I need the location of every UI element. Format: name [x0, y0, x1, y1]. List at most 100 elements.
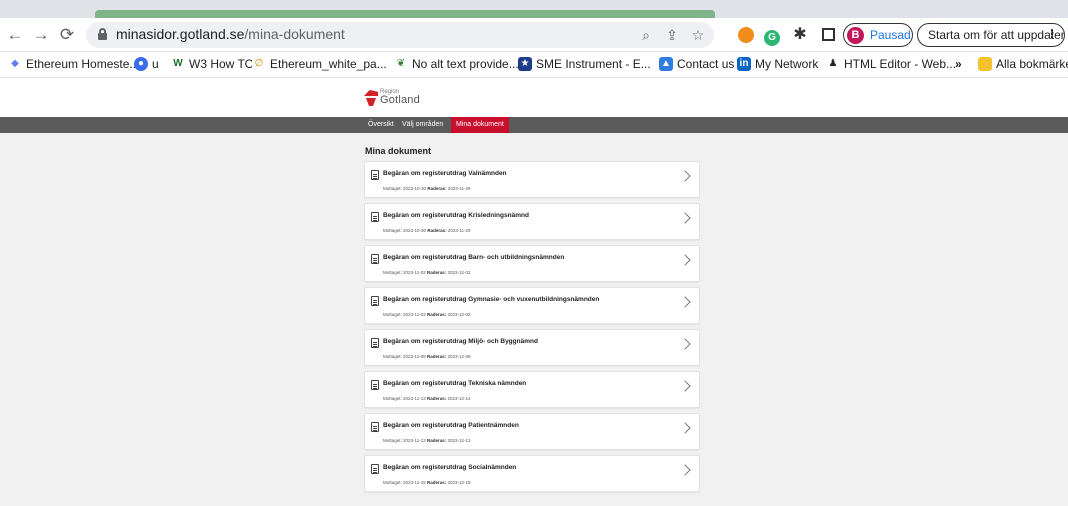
extensions-puzzle-icon[interactable]: ✱: [790, 25, 810, 45]
nav-mina-dokument[interactable]: Mina dokument: [451, 117, 509, 133]
delete-date: 2023-12-02: [447, 312, 471, 317]
chevron-right-icon[interactable]: [681, 213, 691, 223]
bookmark-item[interactable]: ★ SME Instrument - E...: [518, 57, 651, 71]
bookmark-item[interactable]: ♟ HTML Editor - Web...: [826, 57, 956, 71]
document-title: Begäran om registerutdrag Miljö- och Byg…: [383, 338, 538, 345]
reload-icon[interactable]: ⟳: [56, 24, 78, 46]
delete-label: Raderas:: [426, 312, 447, 317]
bookmark-label: u: [152, 57, 159, 71]
bookmark-item[interactable]: W W3 How TO: [171, 57, 254, 71]
share-icon[interactable]: ⇪: [662, 25, 682, 45]
more-bookmarks-button[interactable]: »: [955, 57, 962, 71]
all-bookmarks-folder[interactable]: Alla bokmärken: [978, 57, 1068, 71]
delete-label: Raderas:: [426, 396, 447, 401]
avatar: B: [847, 27, 864, 44]
side-panel-icon[interactable]: [818, 25, 838, 45]
leaf-icon: ❦: [394, 57, 408, 71]
received-label: Mottaget:: [383, 228, 402, 233]
update-button[interactable]: Starta om för att uppdatera ⋮: [917, 23, 1065, 47]
chevron-right-icon[interactable]: [681, 423, 691, 433]
bookmark-item[interactable]: ● u: [134, 57, 159, 71]
received-label: Mottaget:: [383, 270, 402, 275]
folder-icon: [978, 57, 992, 71]
bookmark-star-icon[interactable]: ☆: [688, 25, 708, 45]
site-header: Region Gotland: [0, 78, 1068, 117]
logo-mark-icon: [364, 90, 378, 106]
received-label: Mottaget:: [383, 480, 402, 485]
document-card[interactable]: Begäran om registerutdrag Valnämnden Mott…: [364, 161, 700, 198]
document-title: Begäran om registerutdrag Barn- och utbi…: [383, 254, 565, 261]
delete-date: 2023-11-29: [447, 186, 471, 191]
received-date: 2023-11-02: [403, 270, 426, 275]
document-icon: [371, 254, 379, 264]
bookmark-item[interactable]: ❦ No alt text provide...: [394, 57, 519, 71]
document-icon: [371, 380, 379, 390]
chevron-right-icon[interactable]: [681, 255, 691, 265]
document-dates: Mottaget: 2023-10-30 Raderas: 2023-11-29: [383, 186, 471, 191]
extension-grammarly-icon[interactable]: G: [762, 25, 782, 46]
chevron-right-icon[interactable]: [681, 297, 691, 307]
document-dates: Mottaget: 2023-11-13 Raderas: 2023-12-13: [383, 396, 471, 401]
document-card[interactable]: Begäran om registerutdrag Miljö- och Byg…: [364, 329, 700, 366]
document-icon: [371, 296, 379, 306]
w3-icon: W: [171, 57, 185, 71]
document-card[interactable]: Begäran om registerutdrag Tekniska nämnd…: [364, 371, 700, 408]
document-card[interactable]: Begäran om registerutdrag Krisledningsnä…: [364, 203, 700, 240]
contact-icon: ▲: [659, 57, 673, 71]
menu-kebab-icon[interactable]: ⋮: [1046, 27, 1058, 41]
received-date: 2023-10-30: [403, 228, 427, 233]
delete-label: Raderas:: [426, 270, 447, 275]
nav-valj-omraden[interactable]: Välj områden: [397, 117, 448, 133]
document-dates: Mottaget: 2023-11-13 Raderas: 2023-12-13: [383, 438, 471, 443]
received-date: 2023-11-08: [403, 354, 426, 359]
profile-button[interactable]: B Pausad: [843, 23, 913, 47]
received-label: Mottaget:: [383, 186, 402, 191]
received-label: Mottaget:: [383, 396, 402, 401]
document-card[interactable]: Begäran om registerutdrag Barn- och utbi…: [364, 245, 700, 282]
site-nav: Översikt Välj områden Mina dokument: [0, 117, 1068, 133]
chevron-right-icon[interactable]: [681, 381, 691, 391]
extension-orange-icon[interactable]: [736, 25, 756, 45]
bookmark-item[interactable]: ▲ Contact us: [659, 57, 734, 71]
delete-date: 2023-11-29: [447, 228, 471, 233]
bookmark-label: My Network: [755, 57, 819, 71]
document-card[interactable]: Begäran om registerutdrag Socialnämnden M…: [364, 455, 700, 492]
forward-arrow-icon[interactable]: →: [30, 24, 52, 46]
browser-toolbar: ← → ⟳ minasidor.gotland.se/mina-dokument…: [0, 18, 1068, 52]
document-dates: Mottaget: 2023-11-08 Raderas: 2023-12-08: [383, 354, 471, 359]
document-dates: Mottaget: 2023-10-30 Raderas: 2023-11-29: [383, 228, 471, 233]
bookmark-item[interactable]: ◆ Ethereum Homeste...: [8, 57, 139, 71]
chevron-right-icon[interactable]: [681, 339, 691, 349]
paper-icon: ∅: [252, 57, 266, 71]
chevron-right-icon[interactable]: [681, 171, 691, 181]
received-date: 2023-11-13: [403, 438, 426, 443]
document-title: Begäran om registerutdrag Tekniska nämnd…: [383, 380, 527, 387]
document-card[interactable]: Begäran om registerutdrag Gymnasie- och …: [364, 287, 700, 324]
document-title: Begäran om registerutdrag Krisledningsnä…: [383, 212, 529, 219]
delete-label: Raderas:: [427, 228, 447, 233]
nav-oversikt[interactable]: Översikt: [363, 117, 399, 133]
logo-name-text: Gotland: [380, 94, 420, 106]
delete-label: Raderas:: [427, 186, 447, 191]
bookmark-label: HTML Editor - Web...: [844, 57, 957, 71]
document-title: Begäran om registerutdrag Valnämnden: [383, 170, 507, 177]
lock-icon[interactable]: [98, 28, 107, 40]
active-tab[interactable]: [95, 10, 715, 18]
ethereum-icon: ◆: [8, 57, 22, 71]
region-gotland-logo[interactable]: Region Gotland: [364, 89, 424, 111]
bookmark-item[interactable]: in My Network: [737, 57, 818, 71]
zoom-icon[interactable]: ⌕: [636, 25, 656, 45]
back-arrow-icon[interactable]: ←: [4, 24, 26, 46]
bookmark-item[interactable]: ∅ Ethereum_white_pa...: [252, 57, 387, 71]
chevron-right-icon[interactable]: [681, 465, 691, 475]
delete-date: 2023-12-02: [447, 270, 471, 275]
bookmark-label: No alt text provide...: [412, 57, 519, 71]
page-title: Mina dokument: [365, 146, 432, 156]
document-icon: [371, 170, 379, 180]
address-bar[interactable]: minasidor.gotland.se/mina-dokument ⌕ ⇪ ☆: [86, 22, 714, 48]
delete-label: Raderas:: [426, 354, 447, 359]
update-label: Starta om för att uppdatera: [928, 28, 1065, 42]
url-text[interactable]: minasidor.gotland.se/mina-dokument: [116, 26, 345, 42]
bookmark-label: Ethereum_white_pa...: [270, 57, 387, 71]
document-card[interactable]: Begäran om registerutdrag Patientnämnden…: [364, 413, 700, 450]
